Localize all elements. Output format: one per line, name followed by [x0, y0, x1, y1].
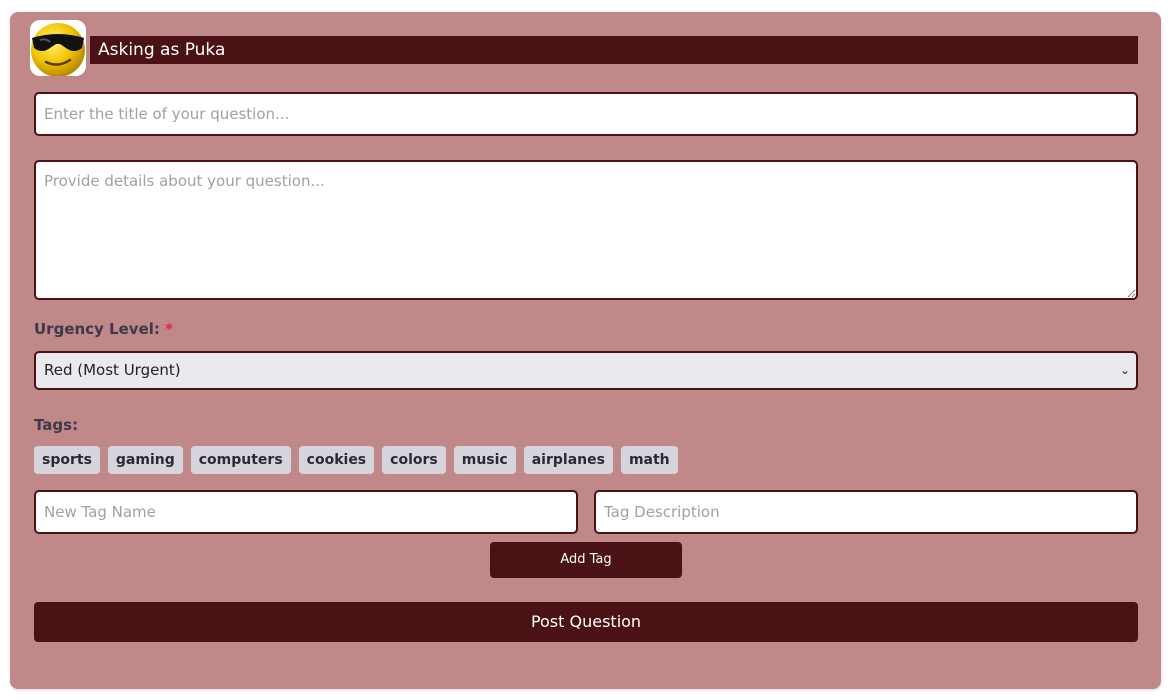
required-mark: * [165, 320, 173, 338]
question-details-input[interactable] [34, 160, 1138, 300]
question-title-input[interactable] [34, 92, 1138, 136]
add-tag-button[interactable]: Add Tag [490, 542, 682, 578]
new-tag-name-input[interactable] [34, 490, 578, 534]
urgency-label: Urgency Level: * [34, 320, 173, 338]
sunglasses-smiley-icon [31, 23, 85, 76]
tag-chip[interactable]: colors [382, 446, 446, 474]
asking-as-banner: Asking as Puka [90, 36, 1138, 64]
tag-chip[interactable]: computers [190, 446, 291, 474]
chevron-down-icon: ⌄ [1119, 363, 1130, 377]
tag-chip[interactable]: sports [34, 446, 100, 474]
ask-question-card: Asking as Puka Urgency Level: * Red (Mos… [10, 12, 1161, 689]
urgency-label-text: Urgency Level: [34, 320, 160, 338]
urgency-selected-value: Red (Most Urgent) [44, 361, 181, 379]
tag-chip[interactable]: gaming [107, 446, 183, 474]
urgency-select[interactable]: Red (Most Urgent) ⌄ [34, 351, 1138, 390]
tag-chip[interactable]: music [453, 446, 516, 474]
tag-list: sports gaming computers cookies colors m… [34, 446, 678, 474]
tag-chip[interactable]: cookies [298, 446, 375, 474]
tag-chip[interactable]: airplanes [523, 446, 613, 474]
avatar [30, 20, 86, 76]
tag-description-input[interactable] [594, 490, 1138, 534]
tags-label: Tags: [34, 416, 79, 434]
post-question-button[interactable]: Post Question [34, 602, 1138, 642]
tag-chip[interactable]: math [620, 446, 678, 474]
asking-as-text: Asking as Puka [98, 40, 226, 60]
